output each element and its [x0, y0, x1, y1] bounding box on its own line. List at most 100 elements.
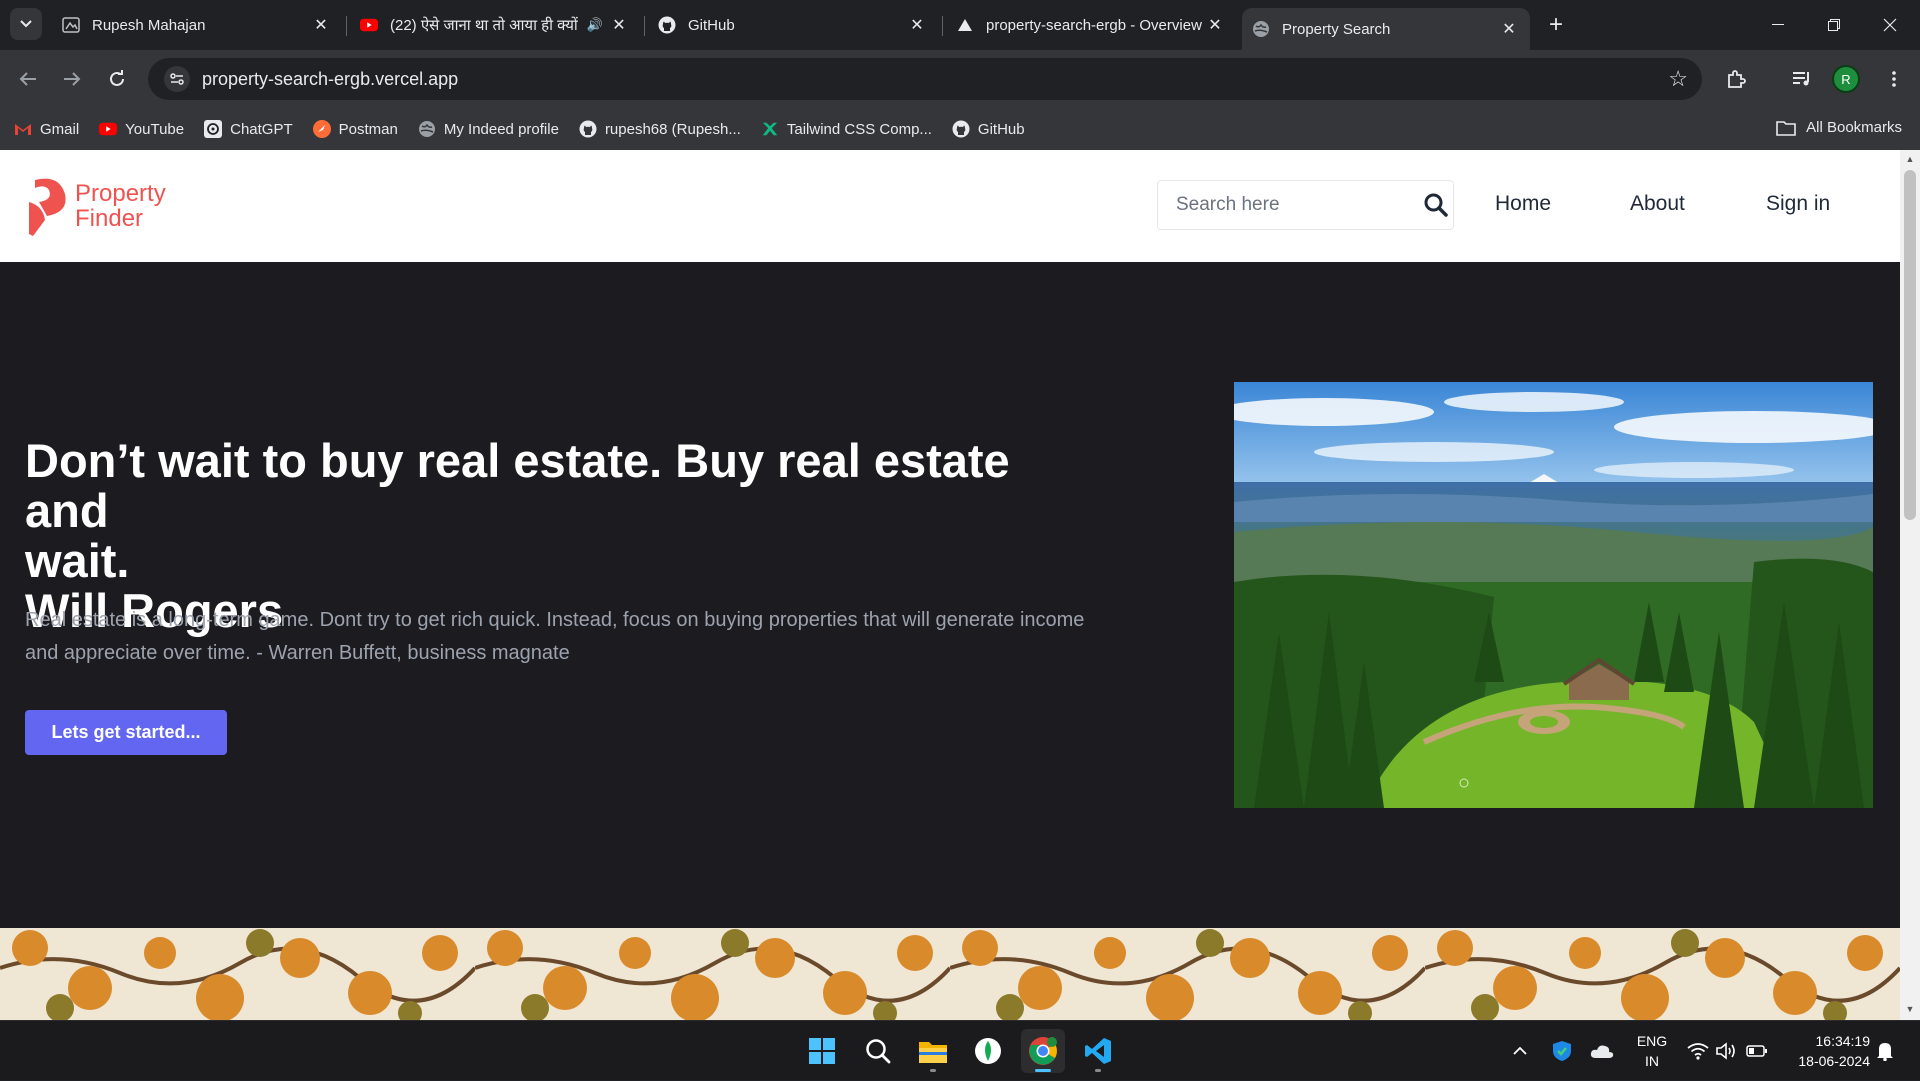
- bookmark-star-icon[interactable]: ☆: [1668, 66, 1688, 92]
- site-settings-icon[interactable]: [164, 66, 190, 92]
- all-bookmarks-button[interactable]: All Bookmarks: [1776, 119, 1902, 136]
- hero-title-line-1: Don’t wait to buy real estate. Buy real …: [25, 434, 1010, 537]
- nav-home-link[interactable]: Home: [1495, 192, 1551, 216]
- bookmark-chatgpt[interactable]: ChatGPT: [204, 120, 293, 138]
- chatgpt-icon: [204, 120, 223, 138]
- volume-icon[interactable]: [1716, 1021, 1738, 1081]
- bookmark-gmail[interactable]: Gmail: [14, 120, 79, 138]
- bookmarks-bar: Gmail YouTube ChatGPT Postman My Indeed …: [0, 108, 1920, 150]
- close-icon[interactable]: ✕: [906, 14, 928, 36]
- nav-signin-link[interactable]: Sign in: [1766, 192, 1830, 216]
- system-clock[interactable]: 16:34:19 18-06-2024: [1780, 1031, 1870, 1071]
- profile-avatar[interactable]: R: [1832, 65, 1860, 93]
- bookmark-tailwind[interactable]: Tailwind CSS Comp...: [761, 120, 932, 138]
- nav-about-link[interactable]: About: [1630, 192, 1685, 216]
- tab-separator: [346, 16, 347, 36]
- close-window-icon[interactable]: [1862, 0, 1918, 50]
- language-code: ENG: [1636, 1033, 1668, 1049]
- clock-time: 16:34:19: [1815, 1033, 1871, 1049]
- extensions-puzzle-icon[interactable]: [1720, 63, 1752, 95]
- reload-icon[interactable]: [101, 63, 133, 95]
- gmail-icon: [14, 120, 32, 138]
- scrollbar-thumb[interactable]: [1904, 170, 1916, 520]
- profile-favicon-icon: [62, 16, 80, 34]
- leaf-tile: [950, 928, 1425, 1020]
- new-tab-plus-icon[interactable]: +: [1542, 11, 1570, 39]
- windows-taskbar: ENG IN 16:34:19 18-06-2024: [0, 1020, 1920, 1080]
- scroll-up-arrow-icon[interactable]: ▲: [1905, 154, 1915, 164]
- chrome-icon[interactable]: [1021, 1029, 1065, 1073]
- tailwind-icon: [761, 120, 779, 138]
- property-finder-logo[interactable]: Property Finder: [29, 176, 166, 236]
- postman-icon: [312, 120, 331, 138]
- vscode-icon[interactable]: [1076, 1029, 1120, 1073]
- speaker-icon[interactable]: 🔊: [582, 14, 608, 36]
- tab-property-search[interactable]: Property Search ✕: [1242, 8, 1530, 50]
- close-icon[interactable]: ✕: [310, 14, 332, 36]
- language-indicator[interactable]: ENG IN: [1630, 1031, 1674, 1071]
- address-bar[interactable]: property-search-ergb.vercel.app ☆: [148, 58, 1702, 100]
- back-arrow-icon[interactable]: [12, 63, 44, 95]
- tab-youtube-video[interactable]: (22) ऐसे जाना था तो आया ही क्यों 🔊 ✕: [350, 8, 640, 42]
- close-icon[interactable]: ✕: [1498, 18, 1520, 40]
- logo-mark-icon: [29, 178, 66, 236]
- folder-icon: [1776, 120, 1796, 136]
- security-shield-icon[interactable]: [1552, 1021, 1572, 1081]
- close-icon[interactable]: ✕: [608, 14, 630, 36]
- logo-line-1: Property: [75, 180, 166, 207]
- url-text[interactable]: property-search-ergb.vercel.app: [202, 69, 458, 90]
- bookmark-label: rupesh68 (Rupesh...: [604, 120, 741, 138]
- mongodb-compass-icon[interactable]: [966, 1029, 1010, 1073]
- tab-title: Rupesh Mahajan: [92, 16, 206, 34]
- media-controls-icon[interactable]: [1786, 63, 1818, 95]
- tab-github[interactable]: GitHub ✕: [648, 8, 938, 42]
- search-icon[interactable]: [856, 1029, 900, 1073]
- tab-search-button[interactable]: [10, 8, 42, 40]
- tab-title: Property Search: [1282, 20, 1391, 38]
- globe-icon: [418, 120, 436, 138]
- tab-strip: Rupesh Mahajan ✕ (22) ऐसे जाना था तो आया…: [0, 0, 1920, 50]
- get-started-button[interactable]: Lets get started...: [25, 710, 227, 755]
- bookmark-youtube[interactable]: YouTube: [99, 120, 184, 138]
- kebab-menu-icon[interactable]: [1878, 63, 1910, 95]
- forward-arrow-icon[interactable]: [56, 63, 88, 95]
- leaf-tile: [1425, 928, 1900, 1020]
- site-search-box[interactable]: [1157, 180, 1454, 230]
- page-scrollbar[interactable]: ▲ ▼: [1900, 150, 1920, 1020]
- site-header: Property Finder Home About Sign in: [0, 150, 1900, 262]
- minimize-icon[interactable]: [1750, 0, 1806, 50]
- tab-title: property-search-ergb - Overview: [986, 16, 1202, 34]
- bookmark-label: Gmail: [40, 120, 80, 138]
- tab-title: GitHub: [688, 16, 735, 34]
- bookmark-rupesh68[interactable]: rupesh68 (Rupesh...: [579, 120, 741, 138]
- bookmark-indeed[interactable]: My Indeed profile: [418, 120, 559, 138]
- chevron-down-icon: [20, 20, 32, 28]
- scroll-down-arrow-icon[interactable]: ▼: [1905, 1004, 1915, 1014]
- clock-date: 18-06-2024: [1798, 1053, 1870, 1069]
- leaf-tile: [475, 928, 950, 1020]
- bookmark-label: GitHub: [977, 120, 1025, 138]
- tab-rupesh-mahajan[interactable]: Rupesh Mahajan ✕: [52, 8, 342, 42]
- search-input[interactable]: [1174, 193, 1423, 217]
- windows-start-icon[interactable]: [800, 1029, 844, 1073]
- search-icon[interactable]: [1423, 192, 1449, 218]
- onedrive-cloud-icon[interactable]: [1590, 1021, 1614, 1081]
- hero-title-line-2: wait.: [25, 534, 130, 587]
- show-hidden-icons-chevron-icon[interactable]: [1512, 1021, 1528, 1081]
- logo-line-2: Finder: [75, 205, 144, 232]
- bookmark-github[interactable]: GitHub: [952, 120, 1025, 138]
- tab-vercel-overview[interactable]: property-search-ergb - Overview ✕: [946, 8, 1236, 42]
- hero-subtitle: Real estate is a long-term game. Dont tr…: [25, 609, 1085, 664]
- close-icon[interactable]: ✕: [1204, 14, 1226, 36]
- file-explorer-icon[interactable]: [911, 1029, 955, 1073]
- notification-bell-icon[interactable]: [1876, 1021, 1894, 1081]
- bookmark-label: YouTube: [125, 120, 185, 138]
- autumn-leaves-banner: [0, 928, 1900, 1020]
- wifi-icon[interactable]: [1687, 1021, 1709, 1081]
- tab-title: (22) ऐसे जाना था तो आया ही क्यों: [390, 17, 578, 34]
- bookmark-postman[interactable]: Postman: [312, 120, 398, 138]
- bookmark-label: My Indeed profile: [443, 120, 559, 138]
- restore-icon[interactable]: [1806, 0, 1862, 50]
- youtube-icon: [99, 120, 118, 138]
- battery-icon[interactable]: [1746, 1021, 1768, 1081]
